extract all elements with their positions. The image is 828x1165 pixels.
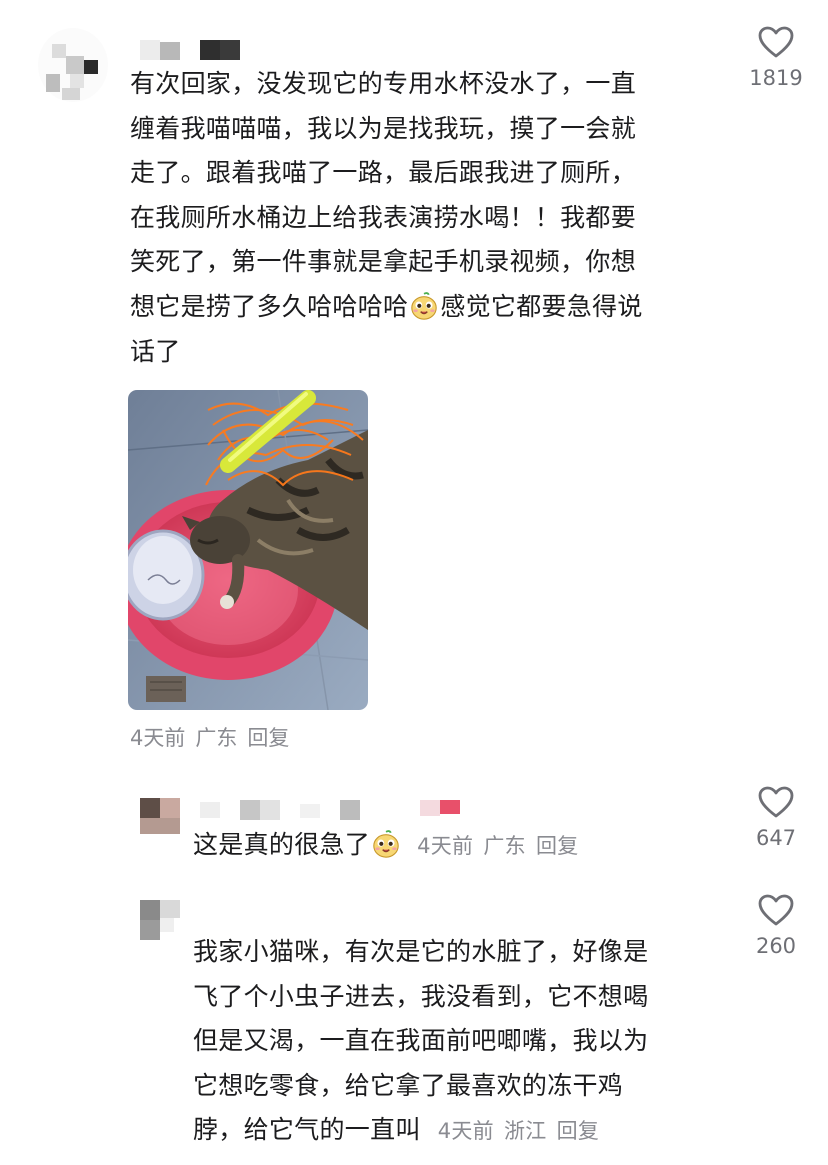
reply-button[interactable]: 回复: [536, 834, 579, 858]
reply-button[interactable]: 回复: [247, 726, 289, 750]
comment-line-part: 想它是捞了多久哈哈哈哈: [130, 291, 409, 321]
comment-meta: 4天前 广东 回复: [130, 722, 299, 752]
heart-icon: [758, 786, 794, 818]
comment-line-part: 感觉它都要急得说: [440, 291, 643, 321]
comment-meta: 4天前 广东 回复: [410, 834, 588, 858]
like-count: 647: [755, 826, 797, 850]
comment-body: 我家小猫咪，有次是它的水脏了，好像是 飞了个小虫子进去，我没看到，它不想喝 但是…: [193, 930, 723, 1154]
like-count: 1819: [749, 66, 803, 90]
comment-line: 走了。跟着我喵了一路，最后跟我进了厕所，: [130, 158, 637, 188]
username[interactable]: [140, 40, 250, 60]
comment-body: 有次回家，没发现它的专用水杯没水了，一直 缠着我喵喵喵，我以为是找我玩，摸了一会…: [130, 62, 720, 374]
comment-text: 这是真的很急了: [193, 830, 371, 859]
comment-line: 话了: [130, 336, 181, 366]
comment-line-part: 脖，给它气的一直叫: [193, 1115, 421, 1145]
comment-line: 飞了个小虫子进去，我没看到，它不想喝: [193, 981, 649, 1011]
comment-line: 但是又渴，一直在我面前吧唧嘴，我以为: [193, 1026, 649, 1056]
comment-line: 我家小猫咪，有次是它的水脏了，好像是: [193, 937, 649, 966]
comment-line: 脖，给它气的一直叫 4天前 浙江 回复: [193, 1108, 723, 1154]
cat-photo-illustration: [128, 390, 368, 710]
avatar[interactable]: [38, 28, 108, 102]
comment-time: 4天前: [130, 726, 186, 750]
like-button[interactable]: 1819: [731, 26, 821, 90]
heart-icon: [758, 894, 794, 926]
comment-time: 4天前: [417, 834, 474, 858]
comment-line: 缠着我喵喵喵，我以为是找我玩，摸了一会就: [130, 113, 637, 143]
like-button[interactable]: 647: [731, 786, 821, 850]
reply-button[interactable]: 回复: [557, 1119, 600, 1143]
like-button[interactable]: 260: [731, 894, 821, 958]
comment-line: 它想吃零食，给它拿了最喜欢的冻干鸡: [193, 1070, 624, 1100]
comment-meta: 4天前 浙江 回复: [431, 1119, 609, 1143]
comment-line: 在我厕所水桶边上给我表演捞水喝！！我都要: [130, 202, 637, 232]
heart-icon: [758, 26, 794, 58]
comment-location: 浙江: [503, 1119, 547, 1144]
comment-line: 笑死了，第一件事就是拿起手机录视频，你想: [130, 247, 637, 277]
cat-photo[interactable]: [128, 390, 368, 710]
comment-body: 这是真的很急了 4天前 广东 回复: [193, 823, 713, 869]
comment-time: 4天前: [437, 1119, 494, 1144]
avatar[interactable]: [140, 900, 182, 942]
avatar[interactable]: [140, 798, 182, 838]
like-count: 260: [755, 934, 797, 958]
username[interactable]: [200, 800, 490, 820]
smug-face-emoji-icon: [373, 830, 399, 858]
smug-face-emoji-icon: [411, 292, 438, 320]
comment-line: 有次回家，没发现它的专用水杯没水了，一直: [130, 69, 637, 98]
comment-location: 广东: [195, 726, 238, 750]
comment-location: 广东: [483, 834, 526, 858]
comment-line: 想它是捞了多久哈哈哈哈 感觉它都要急得说: [130, 285, 720, 330]
